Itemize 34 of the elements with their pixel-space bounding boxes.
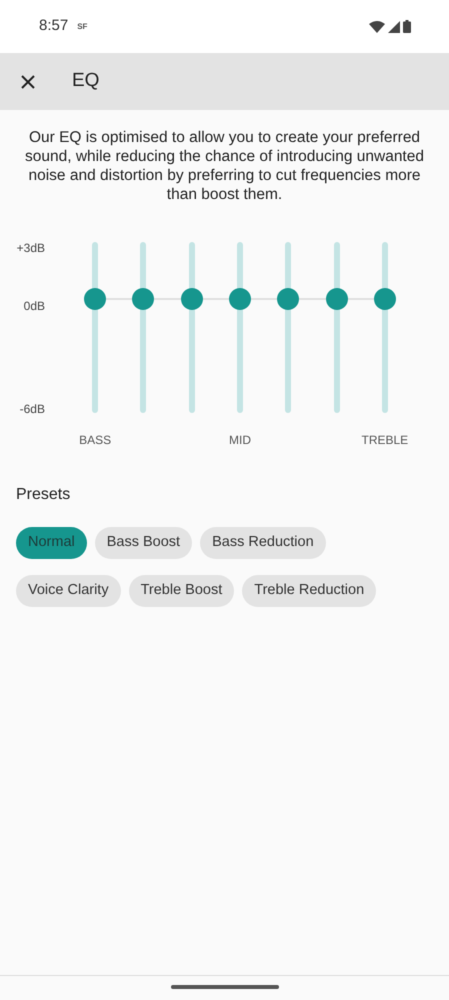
slider-thumb[interactable] [84,288,106,310]
preset-chip[interactable]: Bass Reduction [200,527,326,559]
app-bar-title: EQ [72,69,100,94]
slider-thumb[interactable] [277,288,300,310]
vertical-slider[interactable] [277,242,300,413]
band-label: BASS [79,433,112,447]
signal-icon [388,20,400,32]
presets-heading: Presets [16,485,72,505]
preset-chip[interactable]: Bass Boost [94,527,192,559]
scale-label: -6dB [20,402,45,416]
status-label: SF [77,20,88,32]
band-label: TREBLE [361,433,408,447]
slider-thumb[interactable] [374,288,396,310]
slider-thumb[interactable] [228,288,251,310]
preset-chip[interactable]: Treble Boost [128,575,234,607]
vertical-slider[interactable] [84,242,106,413]
description-text: Our EQ is optimised to allow you to create your preferred sound, while reducing the chance of introducing unwanted noise and distortion by preferring to cut frequencies more than boost them. [24,128,425,204]
battery-icon [403,20,411,33]
wifi-icon [369,20,385,32]
slider-thumb[interactable] [326,288,348,310]
band-label: MID [228,433,251,447]
vertical-slider[interactable] [374,242,396,413]
slider-thumb[interactable] [132,288,154,310]
vertical-slider[interactable] [326,242,348,413]
preset-chip[interactable]: Treble Reduction [242,575,376,607]
vertical-slider[interactable] [132,242,154,413]
status-time: 8:57 [39,16,68,36]
scale-label: +3dB [16,241,45,255]
vertical-slider[interactable] [228,242,251,413]
close-icon[interactable] [20,74,36,90]
slider-thumb[interactable] [180,288,203,310]
preset-chip[interactable]: Voice Clarity [16,575,121,607]
scale-label: 0dB [24,299,45,314]
vertical-slider[interactable] [180,242,203,413]
